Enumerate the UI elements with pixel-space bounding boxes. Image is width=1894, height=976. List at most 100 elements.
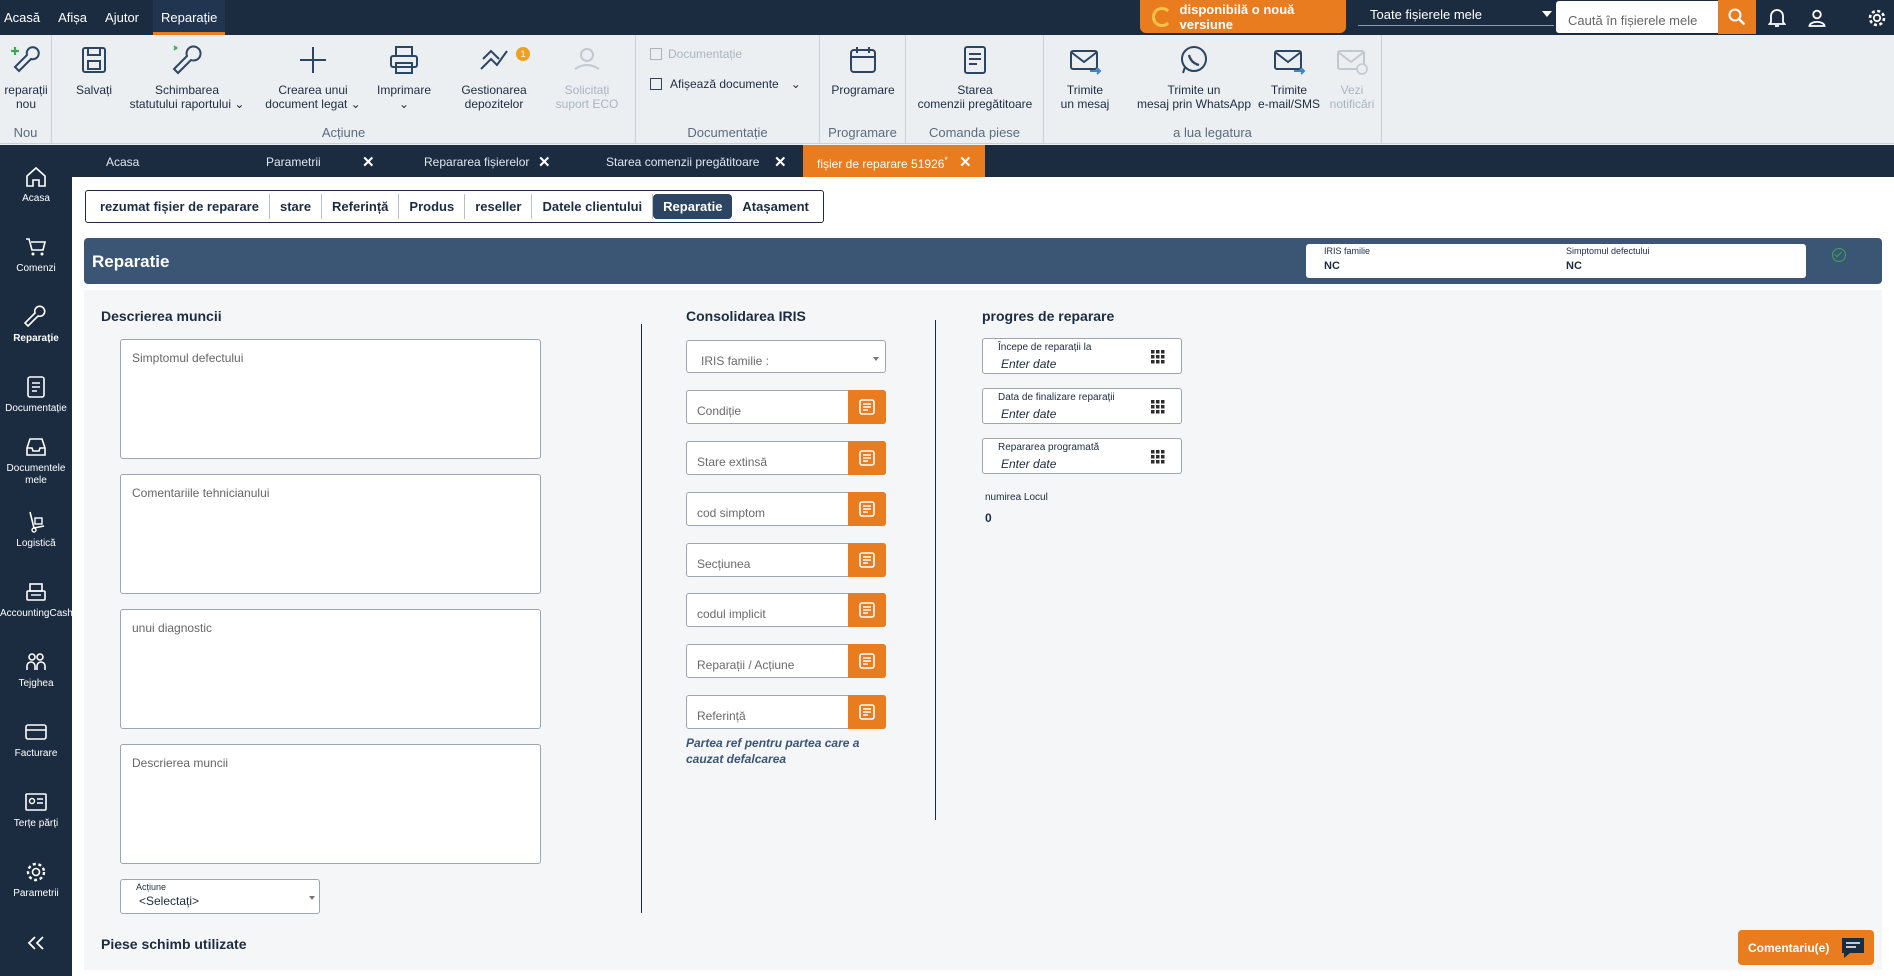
repair-start-date-field[interactable]: Începe de reparații la Enter date [982, 338, 1182, 374]
nav-summary[interactable]: rezumat fișier de reparare [90, 194, 270, 219]
bell-icon[interactable] [1766, 7, 1788, 29]
field-placeholder: Reparații / Acțiune [697, 658, 795, 672]
menu-afisa[interactable]: Afișa [54, 0, 95, 35]
create-linked-doc-button[interactable]: Crearea unui document legat ⌄ [258, 43, 368, 111]
ribbon-group-actions: Salvați Schimbarea statutului raportului… [52, 35, 636, 144]
symptom-textarea[interactable]: Simptomul defectului [120, 339, 541, 459]
default-code-field[interactable]: codul implicit [686, 593, 886, 627]
diagnostic-textarea[interactable]: unui diagnostic [120, 609, 541, 729]
sidebar-item-repair[interactable]: Reparație [0, 305, 72, 345]
whatsapp-button[interactable]: Trimite un mesaj prin WhatsApp [1124, 43, 1264, 111]
section-field[interactable]: Secțiunea [686, 543, 886, 577]
new-version-button[interactable]: disponibilă o nouă versiune [1140, 0, 1346, 33]
list-lookup-button[interactable] [848, 644, 886, 678]
file-filter-value: Toate fișierele mele [1370, 7, 1482, 22]
list-lookup-button[interactable] [848, 441, 886, 475]
date-placeholder: Enter date [1001, 357, 1057, 371]
action-select[interactable]: Acțiune <Selectați> [120, 879, 320, 914]
scheduling-button[interactable]: Programare [828, 43, 898, 97]
comments-button[interactable]: Comentariu(e) [1738, 930, 1874, 965]
action-value: <Selectați> [139, 894, 200, 908]
menu-acasa[interactable]: Acasă [0, 0, 48, 35]
close-icon[interactable]: ✕ [538, 153, 551, 171]
nav-reference[interactable]: Referință [322, 194, 400, 219]
sidebar-item-logistics[interactable]: Logistică [0, 510, 72, 550]
close-icon[interactable]: ✕ [959, 153, 972, 171]
list-lookup-button[interactable] [848, 390, 886, 424]
send-message-label-1: Trimite [1066, 83, 1104, 97]
list-lookup-button[interactable] [848, 492, 886, 526]
tab-fisier-de-reparare[interactable]: fișier de reparare 51926* ✕ [803, 145, 985, 177]
close-icon[interactable]: ✕ [362, 153, 375, 171]
email-label-2: e-mail/SMS [1257, 97, 1320, 111]
sidebar-collapse-button[interactable] [0, 935, 72, 955]
divider [935, 320, 936, 820]
reference-field[interactable]: Referință [686, 695, 886, 729]
people-icon [26, 653, 46, 670]
nav-client-data[interactable]: Datele clientului [532, 194, 654, 219]
field-placeholder: Secțiunea [697, 557, 751, 571]
save-button[interactable]: Salvați [68, 43, 120, 97]
ribbon-group-contact: Trimite un mesaj Trimite un mesaj prin W… [1044, 35, 1382, 144]
technician-comments-textarea[interactable]: Comentariile tehnicianului [120, 474, 541, 594]
new-repair-button[interactable]: reparații nou [2, 43, 50, 111]
condition-field[interactable]: Condiție [686, 390, 886, 424]
send-message-button[interactable]: Trimite un mesaj [1050, 43, 1120, 111]
save-label: Salvați [75, 83, 113, 97]
sidebar-item-documentation[interactable]: Documentație [0, 375, 72, 415]
sidebar-item-parameters[interactable]: Parametrii [0, 860, 72, 900]
scheduled-repair-date-field[interactable]: Repararea programată Enter date [982, 438, 1182, 474]
calendar-grid-icon[interactable] [1151, 350, 1165, 364]
nav-status[interactable]: stare [270, 194, 323, 219]
close-icon[interactable]: ✕ [774, 153, 787, 171]
nav-product[interactable]: Produs [399, 194, 466, 219]
work-description-textarea[interactable]: Descrierea muncii [120, 744, 541, 864]
calendar-grid-icon[interactable] [1151, 450, 1165, 464]
sidebar-item-billing[interactable]: Facturare [0, 720, 72, 760]
email-sms-button[interactable]: Trimite e-mail/SMS [1244, 43, 1334, 111]
menu-reparatie[interactable]: Reparație [153, 0, 226, 35]
tab-repararea-fisierelor[interactable]: Repararea fișierelor ✕ [424, 145, 634, 177]
check-circle-icon [1832, 248, 1846, 262]
tab-acasa[interactable]: Acasa [106, 145, 226, 177]
sidebar-item-orders[interactable]: Comenzi [0, 235, 72, 275]
menu-ajutor[interactable]: Ajutor [101, 0, 147, 35]
sidebar-item-home[interactable]: Acasa [0, 165, 72, 205]
sidebar-item-counter[interactable]: Tejghea [0, 650, 72, 690]
sidebar-item-accountingcash[interactable]: AccountingCash [0, 580, 73, 620]
show-documents-label: Afișează documente [670, 77, 779, 91]
list-lookup-button[interactable] [848, 543, 886, 577]
list-lookup-button[interactable] [848, 593, 886, 627]
extended-status-field[interactable]: Stare extinsă [686, 441, 886, 475]
mail-arrow-icon [1070, 50, 1102, 75]
iris-family-select[interactable]: IRIS familie : [686, 340, 886, 373]
iris-family-value: NC [1324, 260, 1340, 272]
modified-marker: * [944, 155, 948, 165]
symptom-code-field[interactable]: cod simptom [686, 492, 886, 526]
file-filter-select[interactable]: Toate fișierele mele [1358, 2, 1554, 26]
place-label: numirea Locul [985, 492, 1048, 503]
order-status-label-1: Starea [957, 83, 993, 97]
print-button[interactable]: Imprimare ⌄ [374, 43, 434, 111]
user-icon[interactable] [1806, 7, 1828, 29]
sidebar-item-my-documents[interactable]: Documentele mele [0, 435, 72, 487]
list-lookup-button[interactable] [848, 695, 886, 729]
chevron-down-icon: ⌄ [350, 97, 361, 111]
nav-attachment[interactable]: Atașament [732, 194, 818, 219]
search-button[interactable] [1718, 0, 1756, 34]
calendar-grid-icon[interactable] [1151, 400, 1165, 414]
repair-action-field[interactable]: Reparații / Acțiune [686, 644, 886, 678]
order-status-button[interactable]: Starea comenzii pregătitoare [908, 43, 1042, 111]
wrench-icon [172, 45, 202, 75]
change-status-button[interactable]: Schimbarea statutului raportului ⌄ [122, 43, 252, 111]
nav-repair[interactable]: Reparatie [653, 194, 733, 219]
caret-down-icon [309, 896, 315, 900]
search-input[interactable]: Caută în fișierele mele [1556, 1, 1718, 33]
nav-reseller[interactable]: reseller [465, 194, 533, 219]
repair-end-date-field[interactable]: Data de finalizare reparații Enter date [982, 388, 1182, 424]
request-eco-support-button: Solicitați suport ECO [546, 43, 628, 111]
symptom-value: NC [1566, 260, 1582, 272]
show-documents-button[interactable]: Afișează documente ⌄ [650, 77, 801, 91]
sidebar-item-third-parties[interactable]: Terțe părți [0, 790, 72, 830]
gear-icon[interactable] [1866, 7, 1888, 29]
